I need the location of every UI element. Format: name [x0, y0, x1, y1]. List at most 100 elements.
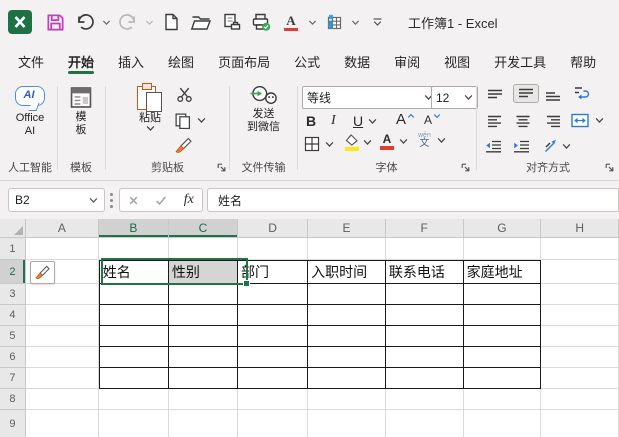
enter-check-icon[interactable] [155, 195, 167, 206]
cell-F6[interactable] [385, 347, 464, 368]
row-header-7[interactable]: 7 [0, 368, 26, 389]
cell-D8[interactable] [238, 389, 309, 410]
row-header-1[interactable]: 1 [0, 238, 26, 260]
column-header-H[interactable]: H [541, 219, 619, 238]
cell-C9[interactable] [168, 410, 239, 437]
customize-qat-button[interactable] [362, 7, 392, 37]
cell-E1[interactable] [308, 238, 386, 260]
insert-function-button[interactable]: fx [184, 192, 194, 208]
bold-button[interactable]: B [306, 113, 316, 129]
cell-F2[interactable]: 联系电话 [385, 260, 464, 284]
cell-D5[interactable] [238, 326, 309, 347]
cell-H1[interactable] [541, 238, 619, 260]
cell-B7[interactable] [98, 368, 169, 389]
cell-A1[interactable] [25, 238, 99, 260]
middle-align-button[interactable] [513, 84, 539, 103]
format-painter-button[interactable] [175, 137, 192, 154]
tab-file[interactable]: 文件 [6, 44, 56, 78]
cell-C7[interactable] [168, 368, 239, 389]
cell-E5[interactable] [308, 326, 386, 347]
cell-B6[interactable] [98, 347, 169, 368]
cell-G4[interactable] [463, 305, 542, 326]
font-size-combo[interactable]: 12 [431, 86, 478, 109]
cell-H8[interactable] [541, 389, 619, 410]
cell-A6[interactable] [25, 347, 99, 368]
font-color-button[interactable]: A [276, 7, 306, 37]
cell-F7[interactable] [385, 368, 464, 389]
cell-B5[interactable] [98, 326, 169, 347]
cell-B2[interactable]: 姓名 [98, 260, 169, 284]
undo-dropdown[interactable] [100, 7, 113, 37]
orientation-button[interactable] [543, 138, 571, 154]
formula-input[interactable]: 姓名 [207, 188, 619, 212]
top-align-button[interactable] [487, 89, 503, 102]
tab-developer[interactable]: 开发工具 [482, 44, 558, 78]
format-painter-indicator[interactable] [30, 261, 55, 284]
cell-B3[interactable] [98, 284, 169, 305]
fill-handle[interactable] [243, 280, 250, 287]
align-right-button[interactable] [545, 115, 561, 128]
cell-A5[interactable] [25, 326, 99, 347]
cell-G8[interactable] [463, 389, 542, 410]
column-header-E[interactable]: E [308, 219, 386, 238]
column-header-A[interactable]: A [25, 219, 99, 238]
quick-print-button[interactable] [246, 7, 276, 37]
column-header-F[interactable]: F [385, 219, 464, 238]
borders-button[interactable] [304, 136, 334, 152]
table-format-dropdown[interactable] [349, 7, 362, 37]
column-header-B[interactable]: B [98, 219, 169, 238]
cell-A7[interactable] [25, 368, 99, 389]
row-header-5[interactable]: 5 [0, 326, 26, 347]
cell-E3[interactable] [308, 284, 386, 305]
cell-G3[interactable] [463, 284, 542, 305]
align-center-button[interactable] [515, 115, 531, 128]
cell-G5[interactable] [463, 326, 542, 347]
cell-D6[interactable] [238, 347, 309, 368]
print-preview-button[interactable] [216, 7, 246, 37]
font-color-dropdown[interactable] [306, 7, 319, 37]
cell-D1[interactable] [238, 238, 309, 260]
cell-C3[interactable] [168, 284, 239, 305]
row-header-4[interactable]: 4 [0, 305, 26, 326]
cell-H6[interactable] [541, 347, 619, 368]
cell-C6[interactable] [168, 347, 239, 368]
send-to-wechat-button[interactable]: 发送 到微信 [230, 84, 297, 134]
office-ai-button[interactable]: AI Office AI [4, 84, 56, 138]
cell-H9[interactable] [541, 410, 619, 437]
cell-E7[interactable] [308, 368, 386, 389]
cell-E4[interactable] [308, 305, 386, 326]
new-file-button[interactable] [156, 7, 186, 37]
cell-B1[interactable] [98, 238, 169, 260]
alignment-dialog-launcher[interactable] [604, 162, 615, 173]
row-header-9[interactable]: 9 [0, 410, 26, 437]
underline-button[interactable]: U [353, 113, 377, 129]
cell-F1[interactable] [385, 238, 464, 260]
row-header-3[interactable]: 3 [0, 284, 26, 305]
open-file-button[interactable] [186, 7, 216, 37]
decrease-indent-button[interactable] [485, 140, 502, 153]
phonetic-guide-button[interactable]: wén 文 [418, 132, 446, 149]
cell-H5[interactable] [541, 326, 619, 347]
cell-G1[interactable] [463, 238, 542, 260]
italic-button[interactable]: I [331, 113, 336, 129]
merge-center-button[interactable] [571, 113, 604, 128]
copy-button[interactable] [174, 112, 206, 129]
cell-D7[interactable] [238, 368, 309, 389]
cell-F5[interactable] [385, 326, 464, 347]
cell-C1[interactable] [168, 238, 239, 260]
redo-button[interactable] [113, 7, 143, 37]
tab-insert[interactable]: 插入 [106, 44, 156, 78]
cell-C4[interactable] [168, 305, 239, 326]
cell-G2[interactable]: 家庭地址 [463, 260, 542, 284]
cell-A4[interactable] [25, 305, 99, 326]
cell-G7[interactable] [463, 368, 542, 389]
cell-F9[interactable] [385, 410, 464, 437]
cell-F3[interactable] [385, 284, 464, 305]
tab-help[interactable]: 帮助 [558, 44, 608, 78]
column-header-C[interactable]: C [168, 219, 239, 238]
column-header-D[interactable]: D [238, 219, 309, 238]
tab-home[interactable]: 开始 [56, 44, 106, 78]
select-all-corner[interactable] [0, 219, 26, 238]
cell-B8[interactable] [98, 389, 169, 410]
cell-G9[interactable] [463, 410, 542, 437]
